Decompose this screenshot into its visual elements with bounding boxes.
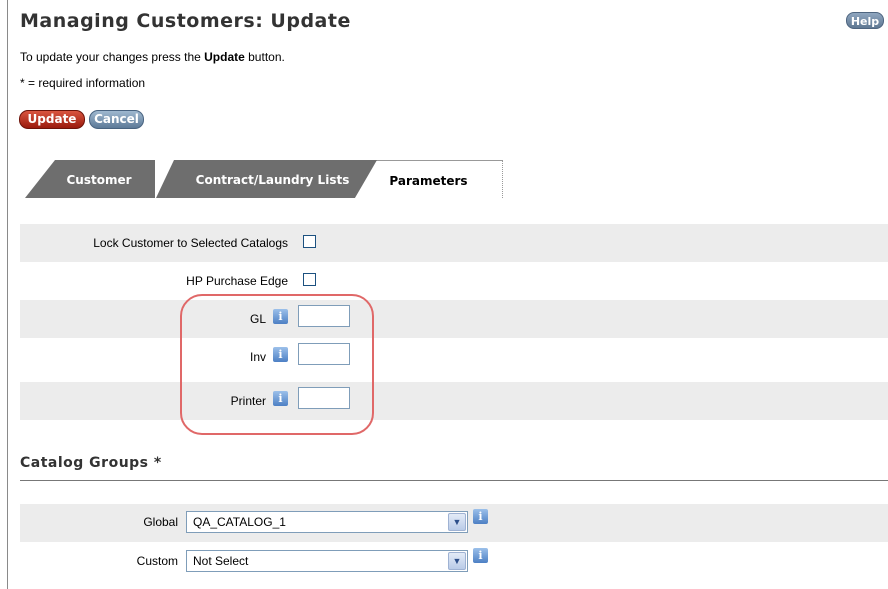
tab-customer[interactable]: Customer: [25, 160, 155, 198]
inv-row: Inv i: [20, 338, 888, 376]
custom-label: Custom: [136, 554, 178, 568]
page-title: Managing Customers: Update: [20, 10, 351, 32]
highlight-annotation: [180, 294, 374, 435]
global-label: Global: [143, 515, 178, 529]
instructions-prefix: To update your changes press the: [20, 50, 205, 64]
global-select[interactable]: QA_CATALOG_1 ▼: [186, 511, 468, 533]
hp-purchase-edge-checkbox[interactable]: [303, 273, 316, 286]
instructions-suffix: button.: [244, 50, 285, 64]
required-note: * = required information: [20, 76, 146, 90]
info-icon[interactable]: i: [473, 548, 488, 563]
lock-catalogs-checkbox[interactable]: [303, 235, 316, 248]
left-border: [7, 0, 8, 589]
tab-bar: Customer Contract/Laundry Lists Paramete…: [25, 160, 505, 198]
custom-row: Custom Not Select ▼ i: [20, 543, 888, 581]
help-button[interactable]: Help: [846, 12, 884, 29]
info-icon[interactable]: i: [473, 509, 488, 524]
lock-catalogs-row: Lock Customer to Selected Catalogs: [20, 224, 888, 262]
lock-catalogs-label: Lock Customer to Selected Catalogs: [93, 236, 288, 250]
chevron-down-icon[interactable]: ▼: [448, 513, 466, 531]
cancel-button[interactable]: Cancel: [89, 110, 144, 129]
update-button[interactable]: Update: [19, 110, 85, 129]
global-row: Global QA_CATALOG_1 ▼ i: [20, 504, 888, 542]
global-select-value: QA_CATALOG_1: [193, 515, 286, 529]
instructions-text: To update your changes press the Update …: [20, 50, 285, 64]
printer-row: Printer i: [20, 382, 888, 420]
gl-row: GL i: [20, 300, 888, 338]
catalog-groups-title: Catalog Groups *: [20, 455, 162, 471]
chevron-down-icon[interactable]: ▼: [448, 552, 466, 570]
tab-contract-laundry-lists[interactable]: Contract/Laundry Lists: [156, 160, 377, 198]
hp-purchase-edge-label: HP Purchase Edge: [186, 274, 288, 288]
hp-purchase-edge-row: HP Purchase Edge: [20, 262, 888, 300]
custom-select-value: Not Select: [193, 554, 249, 568]
custom-select[interactable]: Not Select ▼: [186, 550, 468, 572]
section-divider: [20, 480, 888, 481]
instructions-bold: Update: [204, 50, 245, 64]
